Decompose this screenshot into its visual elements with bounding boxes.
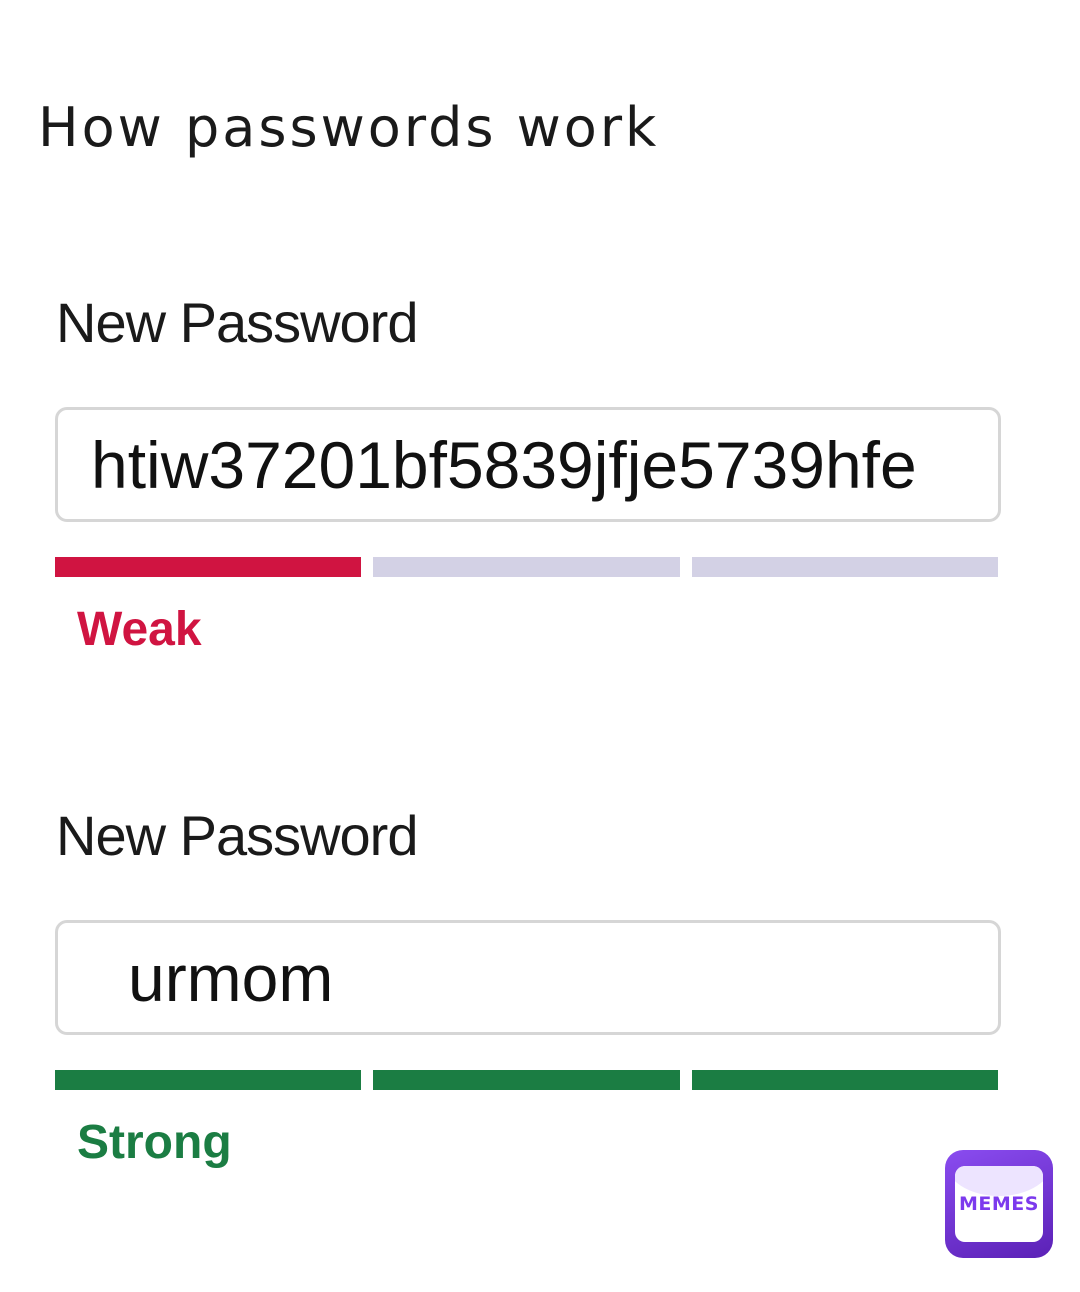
memes-watermark-logo: MEMES [945, 1150, 1053, 1258]
strength-meter-segment [691, 1070, 998, 1090]
strength-meter-segment [373, 557, 680, 577]
envelope-icon: MEMES [955, 1166, 1043, 1242]
caption: How passwords work [38, 96, 660, 159]
password-input-2[interactable]: urmom [55, 920, 1001, 1035]
strength-meter-segment [373, 1070, 680, 1090]
password-input-value-2: urmom [128, 940, 334, 1015]
strength-meter-segment [691, 557, 998, 577]
new-password-label-1: New Password [56, 291, 418, 354]
strength-meter-1 [55, 557, 998, 577]
strength-meter-2 [55, 1070, 998, 1090]
strength-meter-segment [55, 1070, 362, 1090]
strength-label-strong: Strong [77, 1116, 232, 1169]
watermark-text: MEMES [959, 1193, 1039, 1215]
new-password-label-2: New Password [56, 804, 418, 867]
password-input-value-1: htiw37201bf5839jfje5739hfe [91, 427, 917, 502]
password-input-1[interactable]: htiw37201bf5839jfje5739hfe [55, 407, 1001, 522]
strength-meter-segment [55, 557, 362, 577]
strength-label-weak: Weak [77, 603, 202, 656]
